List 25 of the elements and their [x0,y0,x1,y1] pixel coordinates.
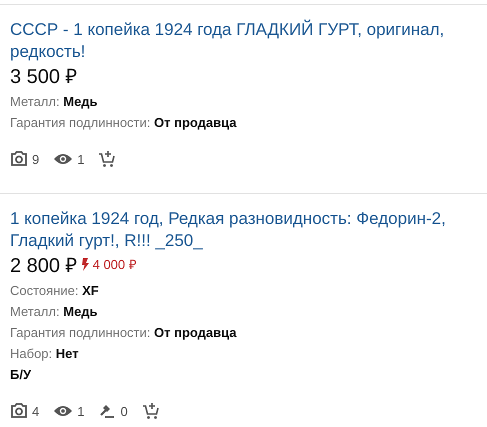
attribute: Набор: Нет [10,345,80,363]
add-to-cart-icon[interactable] [98,150,116,168]
listing-title[interactable]: СССР - 1 копейка 1924 года ГЛАДКИЙ ГУРТ, оригинал, редкость! [10,19,477,63]
attribute: Гарантия подлинности: От продавца [10,324,238,342]
price: 2 800 ₽ [10,254,78,278]
photos-count: 9 [32,152,40,166]
attribute: Состояние: XF [10,282,100,300]
old-price: 4 000 ₽ [92,256,137,273]
condition-note: Б/У [10,366,32,384]
attribute: Гарантия подлинности: От продавца [10,114,238,132]
camera-icon [10,151,28,167]
bids-count: 0 [120,404,128,418]
lightning-icon [82,258,89,270]
eye-icon [53,152,74,166]
price: 3 500 ₽ [10,64,78,88]
attribute: Металл: Медь [10,303,99,321]
views-count: 1 [77,404,84,418]
add-to-cart-icon[interactable] [142,402,160,420]
eye-icon [53,404,74,418]
photos-count: 4 [32,404,40,418]
camera-icon [10,403,28,419]
gavel-icon [98,403,116,419]
attribute: Металл: Медь [10,93,99,111]
listing-title[interactable]: 1 копейка 1924 год, Редкая разновидность: Федорин-2, Гладкий гурт!, R!!! _250_ [10,208,477,252]
views-count: 1 [77,152,84,166]
